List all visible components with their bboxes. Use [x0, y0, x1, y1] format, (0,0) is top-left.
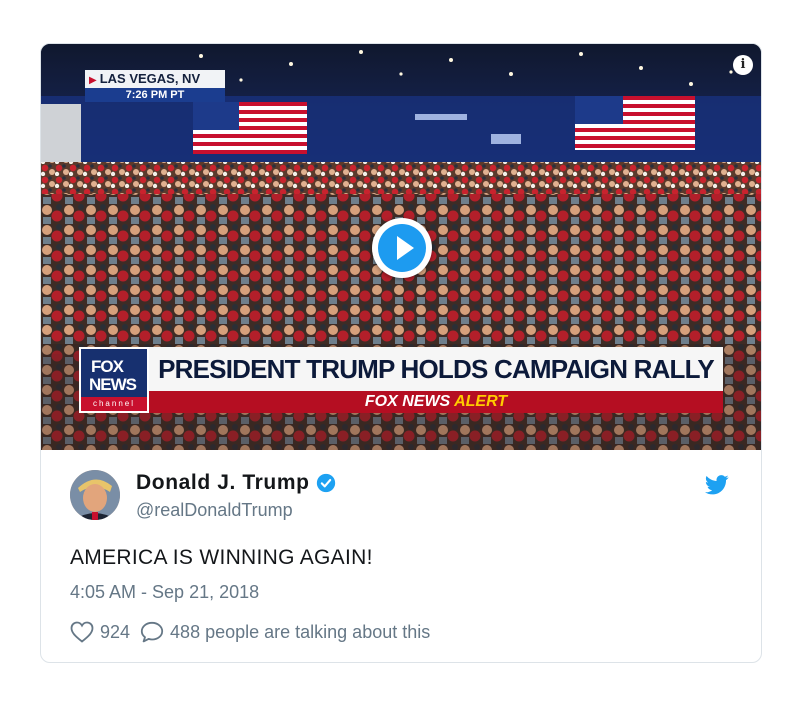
- display-name[interactable]: Donald J. Trump: [136, 471, 310, 495]
- reply-bubble-icon[interactable]: [140, 621, 164, 643]
- fox-news-logo: FOX NEWS channel: [79, 347, 149, 413]
- conversation-link[interactable]: 488 people are talking about this: [170, 622, 430, 643]
- info-icon[interactable]: i: [733, 55, 753, 75]
- news-alert-bar: FOX NEWS ALERT: [149, 391, 723, 413]
- heart-icon[interactable]: [70, 621, 94, 643]
- verified-badge-icon: [316, 473, 335, 493]
- alert-label: ALERT: [454, 393, 508, 410]
- location-label: LAS VEGAS, NV: [99, 71, 201, 86]
- user-handle[interactable]: @realDonaldTrump: [136, 500, 293, 521]
- tweet-embed-card[interactable]: ▶ LAS VEGAS, NV 7:26 PM PT i FOX NEWS cha…: [40, 43, 762, 663]
- tweet-text: AMERICA IS WINNING AGAIN!: [70, 546, 373, 569]
- tweet-actions: 924 488 people are talking about this: [70, 621, 430, 643]
- alert-brand: FOX NEWS: [364, 393, 451, 410]
- time-label: 7:26 PM PT: [85, 88, 225, 102]
- author-name-line: Donald J. Trump: [136, 470, 336, 496]
- arrow-right-icon: ▶: [89, 75, 97, 86]
- location-chyron: ▶ LAS VEGAS, NV 7:26 PM PT: [85, 70, 225, 104]
- avatar[interactable]: [70, 470, 120, 520]
- news-headline: PRESIDENT TRUMP HOLDS CAMPAIGN RALLY: [149, 347, 723, 391]
- like-count: 924: [100, 621, 131, 642]
- tweet-timestamp[interactable]: 4:05 AM - Sep 21, 2018: [70, 582, 259, 603]
- twitter-bird-icon[interactable]: [705, 475, 729, 495]
- play-button[interactable]: [372, 218, 432, 278]
- video-thumbnail[interactable]: ▶ LAS VEGAS, NV 7:26 PM PT i FOX NEWS cha…: [41, 44, 761, 450]
